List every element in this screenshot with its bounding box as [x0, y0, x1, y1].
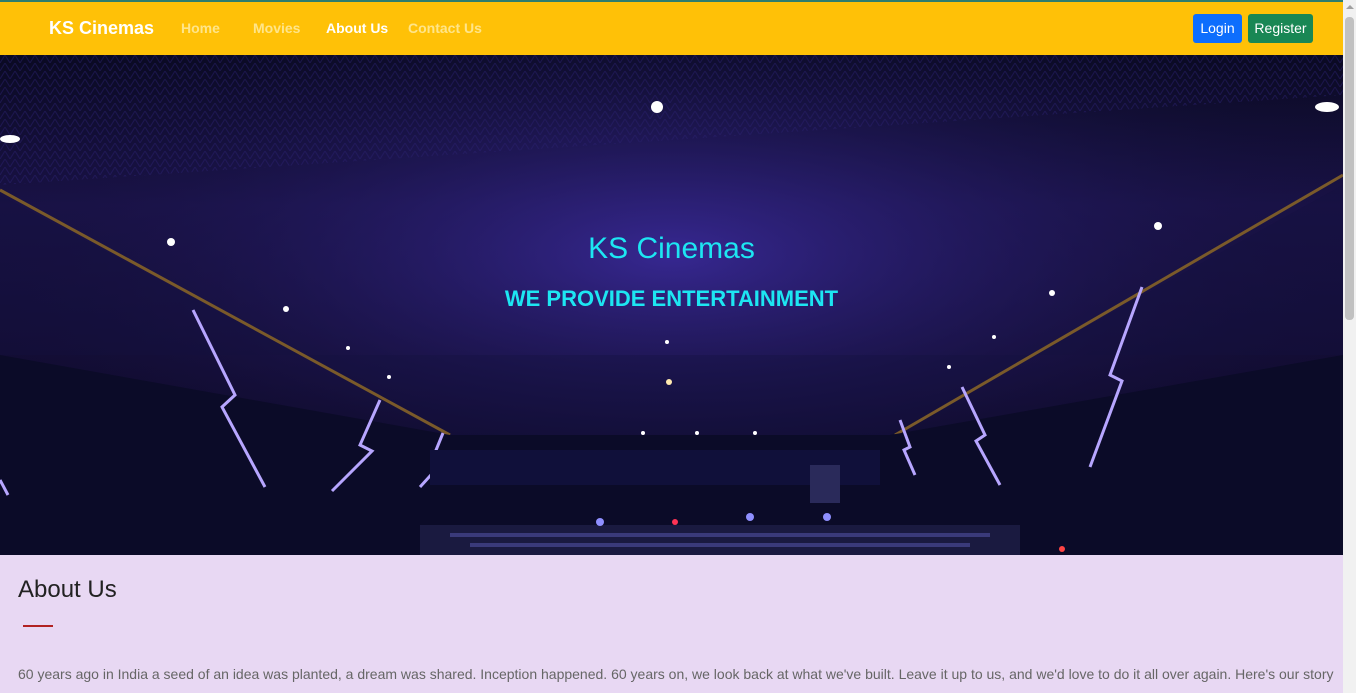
scrollbar-thumb[interactable] [1345, 17, 1354, 320]
scroll-up-arrow-icon[interactable] [1346, 5, 1354, 9]
brand-logo[interactable]: KS Cinemas [49, 18, 154, 39]
page-scrollbar[interactable] [1343, 0, 1356, 693]
navbar: KS Cinemas Home Movies About Us Contact … [0, 2, 1343, 55]
nav-link-about-us[interactable]: About Us [326, 20, 388, 36]
nav-link-home[interactable]: Home [181, 20, 220, 36]
about-heading: About Us [18, 576, 117, 603]
hero-banner: KS Cinemas WE PROVIDE ENTERTAINMENT [0, 55, 1343, 555]
about-section: About Us 60 years ago in India a seed of… [0, 555, 1343, 693]
hero-subtitle: WE PROVIDE ENTERTAINMENT [504, 286, 839, 311]
nav-link-movies[interactable]: Movies [253, 20, 300, 36]
nav-link-contact-us[interactable]: Contact Us [408, 20, 482, 36]
about-paragraph: 60 years ago in India a seed of an idea … [18, 666, 1334, 682]
heading-underline [23, 625, 53, 627]
register-button[interactable]: Register [1248, 14, 1313, 43]
login-button[interactable]: Login [1193, 14, 1242, 43]
hero-title: KS Cinemas [588, 232, 755, 265]
